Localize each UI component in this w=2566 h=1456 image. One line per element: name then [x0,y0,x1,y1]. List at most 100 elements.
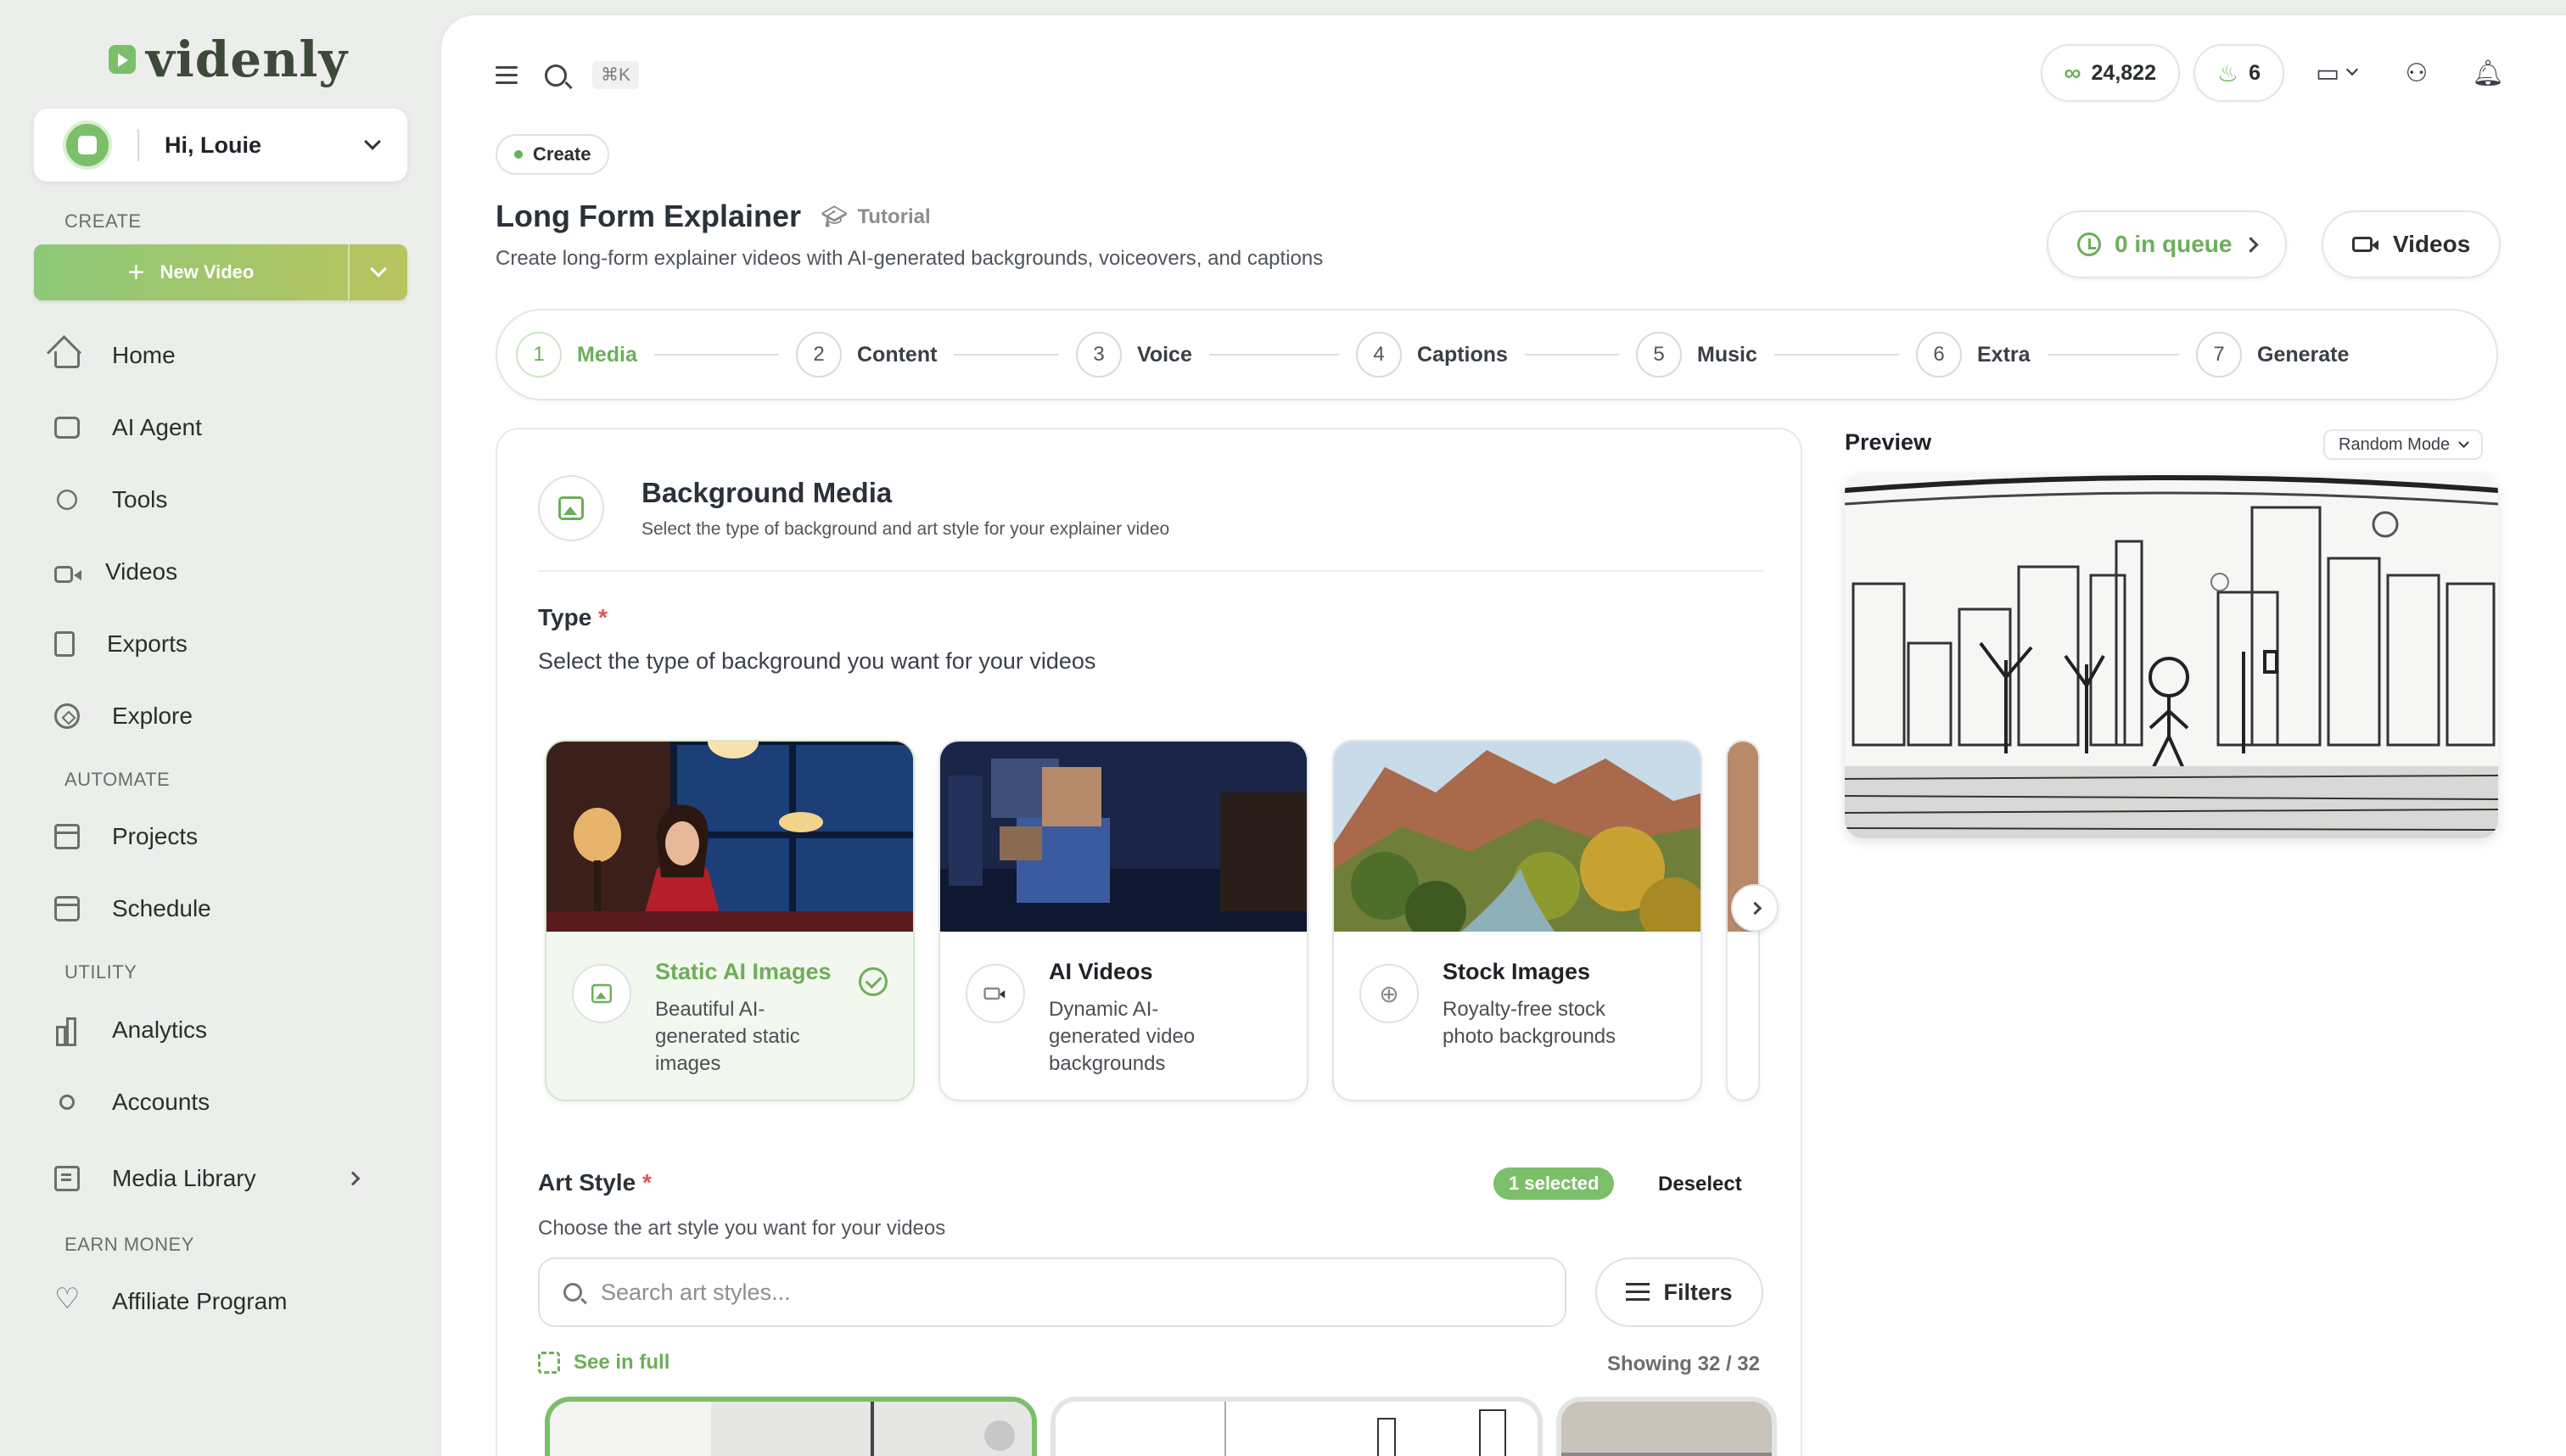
expand-icon [538,1352,560,1374]
art-style-option[interactable] [1050,1397,1543,1456]
step-number: 1 [516,332,562,378]
credits-pill[interactable]: ∞ 24,822 [2040,44,2180,102]
sidebar-item-media-library[interactable]: Media Library [54,1157,394,1200]
preview-mode-value: Random Mode [2339,434,2451,454]
step-music[interactable]: 5 Music [1636,332,1916,378]
step-connector [1773,354,1899,356]
library-icon [54,1166,80,1191]
user-greeting: Hi, Louie [165,132,261,158]
account-switcher[interactable]: Hi, Louie [34,109,407,182]
type-option-stock-images[interactable]: ⊕ Stock Images Royalty-free stock photo … [1332,740,1702,1101]
step-generate[interactable]: 7 Generate [2196,332,2476,378]
sidebar-item-videos[interactable]: Videos [54,551,177,593]
sidebar-item-schedule[interactable]: Schedule [54,888,211,930]
section-label-automate: AUTOMATE [64,769,171,790]
messages-button[interactable]: ▭ [2298,44,2374,102]
art-style-search[interactable]: Search art styles... [538,1257,1566,1327]
sidebar-item-label: Tools [112,486,168,512]
team-button[interactable]: ⚇ [2388,44,2446,102]
sidebar-item-accounts[interactable]: Accounts [54,1081,210,1123]
video-icon [2352,237,2378,252]
search-shortcut: ⌘K [592,61,640,89]
wizard-stepper: 1 Media 2 Content 3 Voice 4 Captions 5 M… [496,309,2498,400]
home-icon [54,351,80,368]
new-video-button[interactable]: + New Video [34,244,348,300]
sidebar-item-explore[interactable]: Explore [54,695,193,737]
sliders-icon [1626,1283,1650,1302]
bell-icon: 🔔︎ [2471,59,2505,87]
graduation-cap-icon: 🎓︎ [821,205,848,228]
carousel-next-button[interactable] [1731,884,1779,932]
streak-pill[interactable]: ♨ 6 [2193,44,2284,102]
chevron-right-icon [1748,901,1762,915]
step-voice[interactable]: 3 Voice [1076,332,1356,378]
sidebar-item-label: Exports [107,630,188,657]
tools-icon [57,490,77,510]
tutorial-link[interactable]: 🎓︎ Tutorial [821,204,931,229]
sidebar-item-home[interactable]: Home [54,334,176,377]
type-option-static-ai-images[interactable]: Static AI Images Beautiful AI-generated … [545,740,915,1101]
showing-count: Showing 32 / 32 [1606,1352,1760,1375]
sidebar-item-tools[interactable]: Tools [54,479,167,521]
calendar-icon [54,896,80,921]
new-video-label: New Video [160,261,255,283]
art-style-option[interactable] [1556,1397,1777,1456]
divider [137,129,139,161]
credits-count: 24,822 [2091,60,2156,85]
page-title: Long Form Explainer [496,199,802,233]
step-label: Media [577,342,637,367]
chat-icon [54,417,80,439]
divider [538,570,1763,572]
art-style-label: Art Style * [538,1169,652,1196]
section-label-create: CREATE [64,210,142,232]
queue-label: 0 in queue [2115,231,2233,257]
status-dot [514,150,523,159]
step-extra[interactable]: 6 Extra [1916,332,2196,378]
bar-chart-icon [54,1017,80,1046]
art-style-option[interactable] [545,1397,1037,1456]
type-option-ai-videos[interactable]: AI Videos Dynamic AI-generated video bac… [938,740,1308,1101]
sidebar-item-affiliate-program[interactable]: Affiliate Program [54,1280,287,1323]
step-content[interactable]: 2 Content [796,332,1076,378]
brand-logo[interactable]: videnly [109,31,348,88]
see-in-full-link[interactable]: See in full [538,1351,670,1375]
sidebar-item-ai-agent[interactable]: AI Agent [54,406,202,449]
card-icon [538,475,604,541]
file-icon [54,631,75,657]
videos-button[interactable]: Videos [2322,210,2502,278]
thumbnail-ai-videos [940,742,1307,932]
queue-button[interactable]: 0 in queue [2047,210,2288,278]
sidebar-item-exports[interactable]: Exports [54,623,188,665]
preview-label: Preview [1845,429,1932,455]
new-video-dropdown-button[interactable] [348,244,407,300]
filters-button[interactable]: Filters [1595,1257,1763,1327]
thumbnail-static-ai-images [546,742,913,932]
create-badge[interactable]: Create [496,134,610,175]
plug-icon [56,1091,78,1113]
sidebar-item-label: Affiliate Program [112,1288,288,1314]
step-media[interactable]: 1 Media [516,332,796,378]
chevron-down-icon [364,133,381,150]
step-connector [653,354,779,356]
deselect-button[interactable]: Deselect [1658,1173,1742,1196]
sidebar-item-projects[interactable]: Projects [54,815,198,858]
sidebar-item-label: Home [112,342,176,368]
notifications-button[interactable]: 🔔︎ [2459,44,2517,102]
users-icon: ⚇ [2405,59,2429,87]
step-captions[interactable]: 4 Captions [1356,332,1636,378]
sidebar-item-analytics[interactable]: Analytics [54,1009,207,1051]
preview-image [1845,473,2498,838]
step-label: Music [1697,342,1757,367]
step-label: Captions [1417,342,1508,367]
preview-mode-select[interactable]: Random Mode [2323,429,2484,460]
section-label-earn-money: EARN MONEY [64,1234,194,1255]
search-icon[interactable] [545,64,567,87]
step-number: 2 [796,332,842,378]
main-panel: ⌘K ∞ 24,822 ♨ 6 ▭ ⚇ 🔔︎ Create Long Form … [441,15,2566,1456]
step-label: Voice [1137,342,1192,367]
type-label-text: Type [538,604,592,630]
step-number: 4 [1356,332,1402,378]
video-icon [983,987,1006,1000]
videos-label: Videos [2393,231,2471,257]
menu-icon[interactable] [496,65,519,85]
